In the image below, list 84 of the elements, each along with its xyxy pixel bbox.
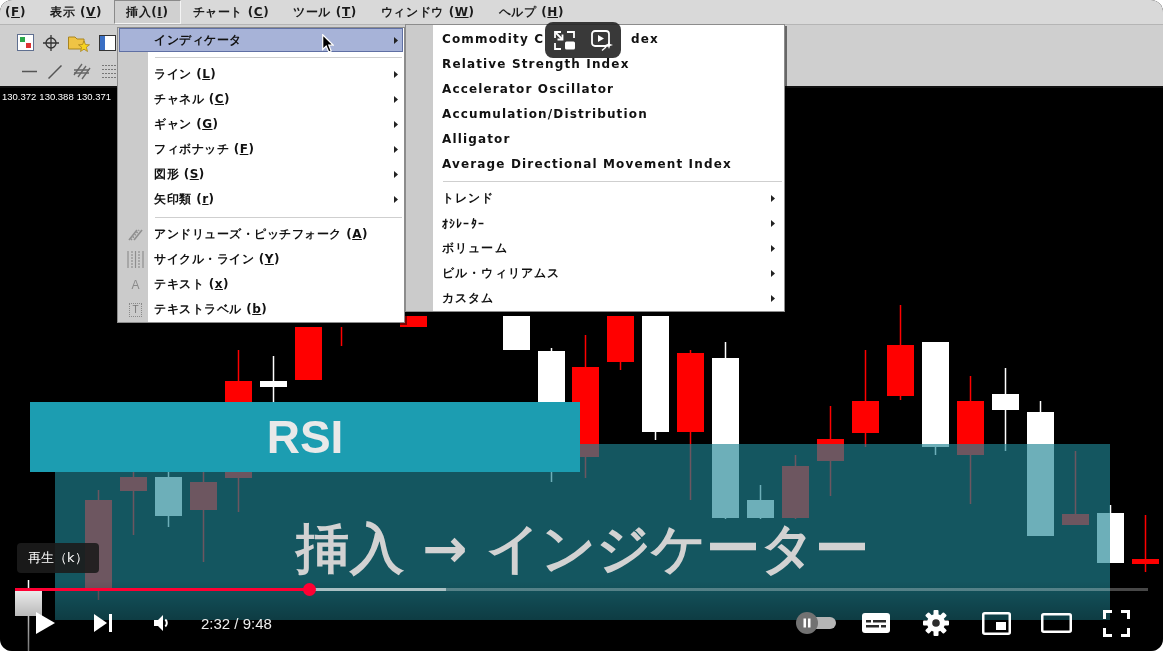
diagonal-line-icon[interactable] [48,64,62,79]
skip-next-icon [94,614,112,632]
menu-item[interactable]: カスタム [407,286,783,311]
menu-item[interactable]: Alligator [407,126,783,151]
settings-icon [923,610,949,636]
submenu-arrow-icon [394,121,398,128]
menu-item[interactable]: チャネル (C) [119,87,403,112]
caption-text: 挿入 → インジケーター [295,522,870,576]
submenu-arrow-icon [394,36,398,44]
submenu-arrow-icon [771,245,775,252]
menu-bar-item[interactable]: 挿入(I) [114,0,181,24]
chart-icon[interactable] [17,34,34,51]
menu-bar-item[interactable]: ウィンドウ (W) [368,0,487,24]
menu-bar-item[interactable]: チャート (C) [180,0,282,24]
scrubber-handle[interactable] [303,583,317,596]
candlestick [607,315,634,371]
submenu-arrow-icon [771,270,775,277]
menu-item[interactable]: Commodity C dex [407,26,783,51]
crosshair-icon[interactable] [43,34,59,51]
menu-item[interactable]: ライン (L) [119,62,403,87]
tooltip: 再生（k） [17,543,99,573]
menu-bar-item[interactable]: (F) [0,0,38,24]
menu-item[interactable]: ビル・ウィリアムス [407,261,783,286]
pip-icon [553,30,575,50]
play-icon [35,612,55,634]
menu-item[interactable]: ｵｼﾚｰﾀｰ [407,211,783,236]
submenu-arrow-icon [394,146,398,153]
vertical-lines-icon [127,251,144,268]
menu-item[interactable]: サイクル・ライン (Y) [119,247,403,272]
menu-bar-item[interactable]: ツール (T) [281,0,369,24]
play-sparkle-icon [590,29,614,51]
menu-item[interactable]: トレンド [407,186,783,211]
text-label-icon: T [129,302,142,317]
menu-item[interactable]: Relative Strength Index [407,51,783,76]
candlestick [260,355,287,403]
menu-item[interactable]: Average Directional Movement Index [407,151,783,176]
price-label: 130.371 [76,91,112,102]
menu-item[interactable]: ギャン (G) [119,112,403,137]
pitchfork-icon [127,228,144,241]
submenu-arrow-icon [771,195,775,202]
menu-item[interactable]: ボリューム [407,236,783,261]
fullscreen-icon [1102,609,1130,637]
submenu-arrow-icon [771,220,775,227]
price-label: 130.388 [39,91,74,102]
banner-title: RSI [266,414,344,460]
menu-item[interactable]: T テキストラベル (b) [119,297,403,322]
window-panel-icon[interactable] [99,34,116,51]
menu-bar-item[interactable]: 表示 (V) [38,0,115,24]
candlestick [503,315,530,351]
candlestick [340,326,343,347]
submenu-arrow-icon [394,171,398,178]
text-tool-icon: A [131,278,140,291]
miniplayer-icon [981,611,1011,635]
subtitles-icon [862,613,890,633]
menu-item[interactable]: アンドリューズ・ピッチフォーク (A) [119,222,403,247]
submenu-arrow-icon [394,96,398,103]
candlestick [1132,514,1159,573]
candlestick [1097,504,1124,564]
menu-item[interactable]: Accelerator Oscillator [407,76,783,101]
volume-icon [153,615,169,631]
submenu-arrow-icon [394,71,398,78]
candlestick [155,469,182,528]
candlestick [782,454,809,520]
menu-item[interactable]: A テキスト (x) [119,272,403,297]
menu-item[interactable]: Accumulation/Distribution [407,101,783,126]
autoplay-switch-icon [796,612,836,634]
menu-item[interactable]: フィボナッチ (F) [119,137,403,162]
folder-star-icon[interactable] [68,33,90,52]
submenu-arrow-icon [394,196,398,203]
mouse-cursor-icon [322,34,334,53]
menu-item[interactable]: インディケータ [119,28,403,52]
theater-mode-icon [1040,613,1072,633]
submenu-arrow-icon [771,295,775,302]
candlestick [15,579,42,651]
menu-item[interactable]: 図形 (S) [119,162,403,187]
candlestick [747,484,774,520]
menu-item[interactable]: 矢印類 (r) [119,187,403,212]
stacked-lines-icon[interactable] [102,64,116,79]
hatched-lines-icon[interactable] [73,63,91,80]
time-display: 2:32 / 9:48 [201,614,272,632]
price-label: 130.372 [2,91,37,102]
horizontal-line-icon[interactable] [22,70,37,73]
menu-bar-item[interactable]: ヘルプ (H) [486,0,577,24]
candlestick [295,326,322,381]
